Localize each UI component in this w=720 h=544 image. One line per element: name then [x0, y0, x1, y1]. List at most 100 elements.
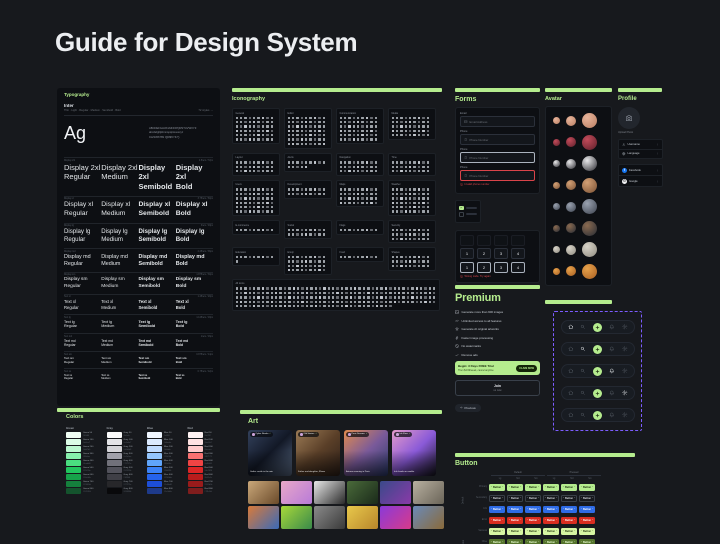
button-chip[interactable]: +Button+: [525, 506, 541, 513]
checkbox-row[interactable]: [459, 206, 477, 211]
art-thumbnail[interactable]: [380, 506, 411, 529]
art-thumbnail[interactable]: [248, 506, 279, 529]
button-chip[interactable]: +Button+: [525, 495, 541, 502]
art-card[interactable]: Paris Dreams✓Autumn evening in Paris: [344, 430, 388, 476]
plus-button[interactable]: [593, 389, 602, 398]
checkbox[interactable]: [459, 212, 464, 217]
plus-button[interactable]: [593, 345, 602, 354]
art-card[interactable]: Old Stories✓Father and daughter, 35mm: [296, 430, 340, 476]
button-chip[interactable]: +Button+: [543, 517, 559, 524]
art-thumbnail[interactable]: [413, 481, 444, 504]
tab-bell-button[interactable]: [609, 368, 615, 374]
button-chip[interactable]: +Button+: [489, 539, 505, 544]
otp-cell[interactable]: 4: [511, 248, 525, 259]
art-card[interactable]: Ink Flow✓Ink clouds on marble: [392, 430, 436, 476]
otp-cell[interactable]: 4: [511, 262, 525, 273]
button-chip[interactable]: +Button+: [525, 539, 541, 544]
art-thumbnail[interactable]: [314, 481, 345, 504]
button-chip[interactable]: +Button+: [579, 517, 595, 524]
tab-search-button[interactable]: [580, 412, 586, 418]
button-chip[interactable]: +Button+: [561, 484, 577, 491]
button-chip[interactable]: +Button+: [489, 484, 505, 491]
plus-button[interactable]: [593, 323, 602, 332]
otp-cell[interactable]: [511, 235, 525, 246]
tab-bell-button[interactable]: [609, 346, 615, 352]
otp-cell[interactable]: [477, 235, 491, 246]
tab-gear-button[interactable]: [622, 324, 628, 330]
tab-gear-button[interactable]: [622, 390, 628, 396]
button-chip[interactable]: +Button+: [579, 539, 595, 544]
otp-cell[interactable]: 1: [460, 248, 474, 259]
button-chip[interactable]: +Button+: [543, 506, 559, 513]
otp-cell[interactable]: [494, 235, 508, 246]
profile-menu-item[interactable]: GGoogle: [619, 175, 662, 186]
text-input[interactable]: Phone Number: [460, 152, 535, 163]
button-chip[interactable]: +Button+: [561, 506, 577, 513]
tab-home-button[interactable]: [568, 390, 574, 396]
tab-bell-button[interactable]: [609, 324, 615, 330]
tab-search-button[interactable]: [580, 368, 586, 374]
button-chip[interactable]: +Button+: [525, 484, 541, 491]
art-thumbnail[interactable]: [380, 481, 411, 504]
join-button[interactable]: Join us now: [455, 380, 540, 396]
art-thumbnail[interactable]: [281, 506, 312, 529]
button-chip[interactable]: +Button+: [489, 528, 505, 535]
button-chip[interactable]: +Button+: [489, 495, 505, 502]
button-chip[interactable]: +Button+: [543, 484, 559, 491]
otp-cell[interactable]: 3: [494, 262, 508, 273]
tab-home-button[interactable]: [568, 324, 574, 330]
button-chip[interactable]: +Button+: [507, 484, 523, 491]
button-chip[interactable]: +Button+: [525, 517, 541, 524]
otp-cell[interactable]: 3: [494, 248, 508, 259]
button-chip[interactable]: +Button+: [579, 484, 595, 491]
plus-button[interactable]: [593, 367, 602, 376]
tab-home-button[interactable]: [568, 346, 574, 352]
art-thumbnail[interactable]: [314, 506, 345, 529]
button-chip[interactable]: +Button+: [489, 506, 505, 513]
button-chip[interactable]: +Button+: [507, 495, 523, 502]
button-chip[interactable]: +Button+: [507, 539, 523, 544]
text-input[interactable]: Phone Number: [460, 170, 535, 181]
profile-menu-item[interactable]: Language: [619, 149, 662, 159]
otp-cell[interactable]: [460, 235, 474, 246]
art-thumbnail[interactable]: [413, 506, 444, 529]
tab-gear-button[interactable]: [622, 368, 628, 374]
tab-gear-button[interactable]: [622, 346, 628, 352]
tab-bell-button[interactable]: [609, 412, 615, 418]
button-chip[interactable]: +Button+: [543, 528, 559, 535]
button-chip[interactable]: +Button+: [507, 517, 523, 524]
art-thumbnail[interactable]: [347, 481, 378, 504]
art-card[interactable]: Cyber Realm✓Gothic castle in the rain: [248, 430, 292, 476]
button-chip[interactable]: +Button+: [507, 506, 523, 513]
tab-search-button[interactable]: [580, 346, 586, 352]
button-chip[interactable]: +Button+: [579, 495, 595, 502]
claim-button[interactable]: CLAIM NOW: [516, 365, 537, 372]
tab-home-button[interactable]: [568, 412, 574, 418]
plus-button[interactable]: [593, 411, 602, 420]
button-chip[interactable]: +Button+: [561, 517, 577, 524]
text-input[interactable]: Email Address: [460, 116, 535, 127]
otp-cell[interactable]: 1: [460, 262, 474, 273]
upload-photo-avatar[interactable]: [618, 107, 640, 129]
otp-cell[interactable]: 2: [477, 248, 491, 259]
profile-menu-item[interactable]: Username: [619, 140, 662, 149]
button-chip[interactable]: +Button+: [507, 528, 523, 535]
button-chip[interactable]: +Button+: [489, 517, 505, 524]
art-thumbnail[interactable]: [248, 481, 279, 504]
checkbox[interactable]: [459, 206, 464, 211]
tab-gear-button[interactable]: [622, 412, 628, 418]
text-input[interactable]: Phone Number: [460, 134, 535, 145]
tab-home-button[interactable]: [568, 368, 574, 374]
button-chip[interactable]: +Button+: [561, 528, 577, 535]
art-thumbnail[interactable]: [347, 506, 378, 529]
button-chip[interactable]: +Button+: [579, 528, 595, 535]
tab-bell-button[interactable]: [609, 390, 615, 396]
checkbox-row[interactable]: [459, 212, 477, 217]
button-chip[interactable]: +Button+: [561, 495, 577, 502]
tab-search-button[interactable]: [580, 390, 586, 396]
button-chip[interactable]: +Button+: [525, 528, 541, 535]
profile-menu-item[interactable]: fFacebook: [619, 165, 662, 175]
previous-button[interactable]: Previous: [455, 404, 481, 412]
art-thumbnail[interactable]: [281, 481, 312, 504]
button-chip[interactable]: +Button+: [543, 495, 559, 502]
